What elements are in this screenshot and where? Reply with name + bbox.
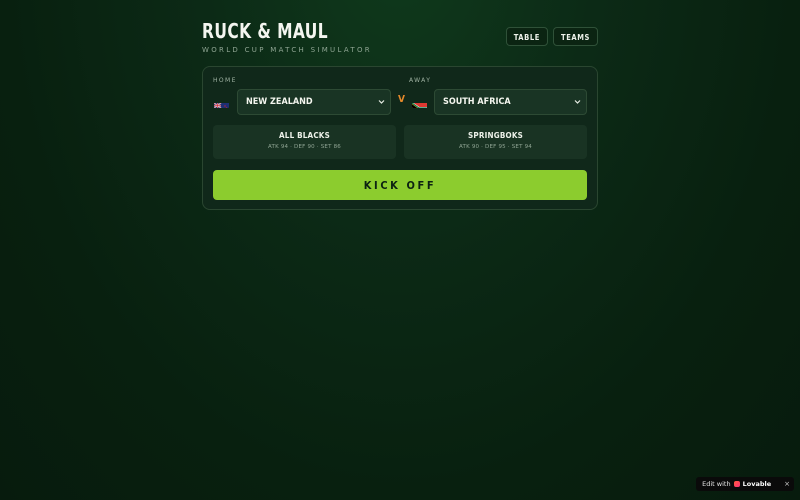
home-team-stats: ATK 94 · DEF 90 · SET 86 <box>267 144 342 150</box>
away-team-nickname: SPRINGBOKS <box>468 131 523 140</box>
kick-off-button[interactable]: KICK OFF <box>213 170 587 200</box>
home-team-card: ALL BLACKS ATK 94 · DEF 90 · SET 86 <box>213 125 396 159</box>
home-team-select[interactable]: NEW ZEALAND <box>237 89 391 115</box>
away-team-card: SPRINGBOKS ATK 90 · DEF 95 · SET 94 <box>404 125 587 159</box>
edit-with-lovable-badge[interactable]: Edit with Lovable × <box>696 477 794 491</box>
match-setup-card: HOME AWAY NEW ZEALAND V SOUTH AFRICA ALL… <box>202 66 598 210</box>
away-label: AWAY <box>409 77 432 84</box>
chevron-down-icon <box>574 100 581 104</box>
home-team-value: NEW ZEALAND <box>246 97 313 107</box>
versus-label: V <box>398 94 405 105</box>
away-team-stats: ATK 90 · DEF 95 · SET 94 <box>458 144 533 150</box>
app-container: RUCK & MAUL WORLD CUP MATCH SIMULATOR TA… <box>202 18 598 210</box>
home-team-nickname: ALL BLACKS <box>279 131 330 140</box>
app-title: RUCK & MAUL <box>202 19 329 43</box>
app-subtitle: WORLD CUP MATCH SIMULATOR <box>202 46 372 54</box>
teams-button[interactable]: TEAMS <box>552 27 598 46</box>
badge-brand: Lovable <box>742 480 772 488</box>
lovable-heart-icon <box>733 481 740 487</box>
table-button[interactable]: TABLE <box>505 27 548 46</box>
close-icon[interactable]: × <box>784 480 790 488</box>
header: RUCK & MAUL WORLD CUP MATCH SIMULATOR TA… <box>202 18 598 66</box>
home-label: HOME <box>213 77 237 84</box>
badge-prefix: Edit with <box>702 480 731 488</box>
south-africa-flag-icon <box>412 98 427 108</box>
away-team-select[interactable]: SOUTH AFRICA <box>434 89 587 115</box>
new-zealand-flag-icon <box>214 98 229 108</box>
chevron-down-icon <box>378 100 385 104</box>
top-nav: TABLE TEAMS <box>505 27 598 46</box>
away-team-value: SOUTH AFRICA <box>443 97 511 107</box>
